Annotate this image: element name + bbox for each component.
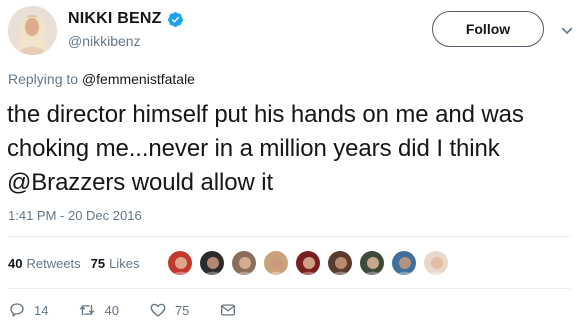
reply-count: 14 <box>34 302 49 318</box>
liker-photo-icon <box>328 251 352 275</box>
retweet-count: 40 <box>104 302 119 318</box>
retweets-stat-count: 40 <box>8 255 23 271</box>
tweet-stats: 40 Retweets 75 Likes <box>8 252 150 274</box>
reply-action[interactable]: 14 <box>8 301 48 319</box>
tweet-card: NIKKI BENZ @nikkibenz Follow Replying to… <box>0 0 578 325</box>
like-action[interactable]: 75 <box>149 301 189 319</box>
verified-badge-icon <box>167 11 184 28</box>
envelope-icon <box>221 304 236 316</box>
liker-avatar[interactable] <box>327 250 353 276</box>
liker-photo-icon <box>232 251 256 275</box>
reply-context: Replying to @femmenistfatale <box>8 71 195 87</box>
avatar-photo-icon <box>8 6 57 55</box>
heart-icon <box>150 303 166 317</box>
liker-photo-icon <box>168 251 192 275</box>
liker-avatars <box>167 249 455 277</box>
liker-avatar[interactable] <box>295 250 321 276</box>
liker-avatar[interactable] <box>167 250 193 276</box>
liker-avatar[interactable] <box>391 250 417 276</box>
follow-button[interactable]: Follow <box>432 11 544 47</box>
tweet-text: the director himself put his hands on me… <box>7 101 524 196</box>
retweets-stat[interactable]: 40 Retweets <box>8 256 81 271</box>
liker-avatar[interactable] <box>199 250 225 276</box>
retweet-icon <box>80 304 95 316</box>
liker-avatar[interactable] <box>231 250 257 276</box>
retweet-action[interactable]: 40 <box>78 301 119 319</box>
retweets-stat-label: Retweets <box>26 255 81 271</box>
liker-avatar[interactable] <box>263 250 289 276</box>
reply-icon <box>10 303 24 317</box>
reply-mention-link[interactable]: @femmenistfatale <box>82 71 195 87</box>
liker-photo-icon <box>264 251 288 275</box>
liker-avatar[interactable] <box>359 250 385 276</box>
like-count: 75 <box>174 302 190 318</box>
chevron-down-icon[interactable] <box>561 24 573 36</box>
reply-prefix: Replying to <box>8 71 79 87</box>
divider <box>8 236 570 237</box>
liker-photo-icon <box>392 251 416 275</box>
liker-photo-icon <box>200 251 224 275</box>
tweet-header: NIKKI BENZ @nikkibenz Follow <box>8 6 573 56</box>
likes-stat[interactable]: 75 Likes <box>91 256 140 271</box>
tweet-actions: 14 40 75 <box>8 300 267 320</box>
author-avatar[interactable] <box>8 6 57 55</box>
liker-avatar[interactable] <box>423 250 449 276</box>
author-username[interactable]: @nikkibenz <box>68 33 184 49</box>
author-display-name[interactable]: NIKKI BENZ <box>68 10 162 28</box>
liker-photo-icon <box>424 251 448 275</box>
direct-message-action[interactable] <box>219 301 237 319</box>
tweet-timestamp[interactable]: 1:41 PM - 20 Dec 2016 <box>8 208 142 223</box>
author-name-block: NIKKI BENZ @nikkibenz <box>68 9 184 49</box>
divider <box>8 288 570 289</box>
liker-photo-icon <box>296 251 320 275</box>
likes-stat-label: Likes <box>109 255 140 271</box>
likes-stat-count: 75 <box>90 255 106 271</box>
liker-photo-icon <box>360 251 384 275</box>
